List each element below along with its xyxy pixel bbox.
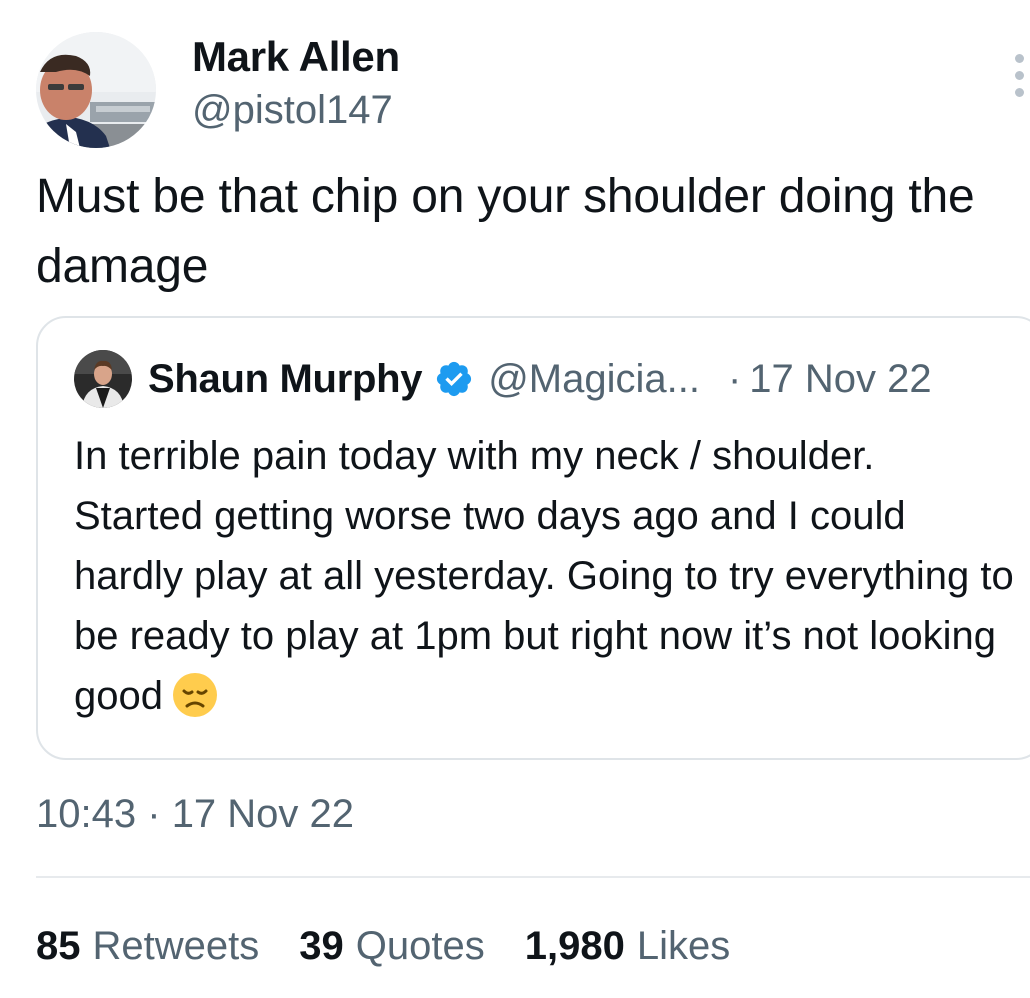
more-dot-icon [1015, 54, 1024, 63]
author-avatar[interactable] [36, 32, 156, 148]
author-avatar-image [36, 32, 156, 148]
more-dot-icon [1015, 88, 1024, 97]
likes-stat[interactable]: 1,980 Likes [525, 920, 731, 972]
quotes-label: Quotes [355, 924, 485, 968]
tweet-time: 10:43 [36, 792, 137, 836]
engagement-stats: 85 Retweets 39 Quotes 1,980 Likes [36, 920, 770, 972]
more-options-button[interactable] [1008, 54, 1030, 100]
quoted-author-name[interactable]: Shaun Murphy [148, 357, 422, 402]
likes-count: 1,980 [524, 924, 625, 968]
quoted-tweet-card[interactable]: Shaun Murphy @Magicia... · 17 Nov 22 In … [36, 316, 1030, 760]
quoted-author-handle[interactable]: @Magicia... [488, 357, 700, 402]
stats-divider [36, 876, 1030, 878]
author-handle[interactable]: @pistol147 [192, 84, 393, 136]
quotes-stat[interactable]: 39 Quotes [299, 920, 484, 972]
quoted-tweet-text-block: In terrible pain today with my neck / sh… [74, 426, 1014, 726]
retweets-count: 85 [36, 924, 81, 968]
quoted-date-separator: · [727, 356, 742, 401]
retweets-label: Retweets [92, 924, 260, 968]
quoted-author-avatar-image [74, 350, 132, 408]
tweet-timestamp[interactable]: 10:43 · 17 Nov 22 [36, 788, 354, 840]
likes-label: Likes [636, 924, 731, 968]
tweet-date-separator: · [147, 792, 161, 836]
more-dot-icon [1015, 71, 1024, 80]
tweet-text: Must be that chip on your shoulder doing… [36, 170, 975, 293]
author-name[interactable]: Mark Allen [192, 30, 400, 84]
disappointed-face-icon [171, 671, 219, 719]
retweets-stat[interactable]: 85 Retweets [36, 920, 259, 972]
quoted-tweet-header: Shaun Murphy @Magicia... · 17 Nov 22 [148, 348, 932, 410]
quoted-tweet-date[interactable]: 17 Nov 22 [749, 357, 931, 402]
verified-badge-icon [434, 359, 474, 399]
quotes-count: 39 [299, 924, 344, 968]
tweet-date: 17 Nov 22 [171, 792, 355, 836]
quoted-author-avatar[interactable] [74, 350, 132, 408]
